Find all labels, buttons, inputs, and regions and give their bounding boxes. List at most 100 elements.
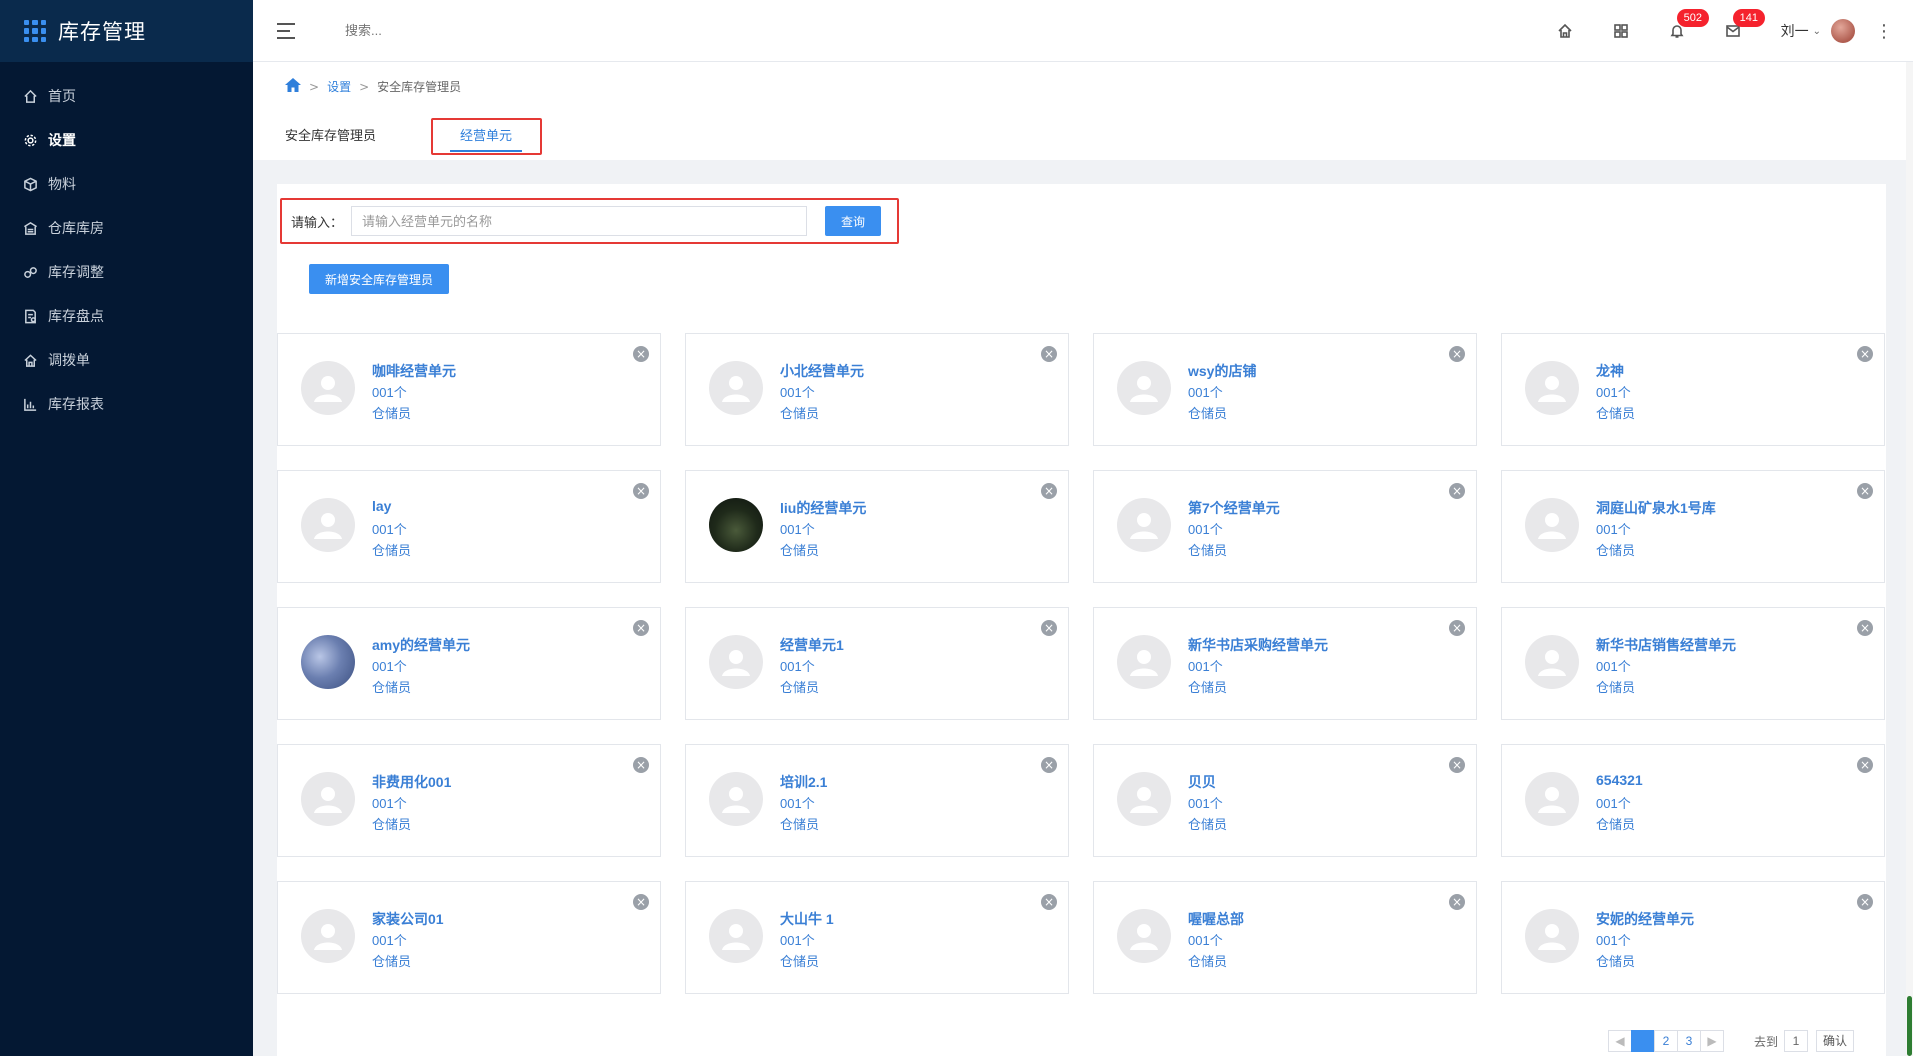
breadcrumb-separator: > [359, 79, 370, 94]
close-icon[interactable]: × [1041, 757, 1057, 773]
page-button-2[interactable]: 2 [1654, 1030, 1678, 1052]
card-name[interactable]: liu的经营单元 [780, 498, 866, 518]
card-name[interactable]: 咖啡经营单元 [372, 361, 456, 381]
card-name[interactable]: 新华书店销售经营单元 [1596, 635, 1736, 655]
scrollbar-thumb[interactable] [1907, 996, 1912, 1056]
business-unit-card[interactable]: wsy的店铺 001个 仓储员 × [1093, 333, 1477, 446]
sidebar-item-settings[interactable]: 设置 [0, 118, 253, 162]
business-unit-card[interactable]: 小北经营单元 001个 仓储员 × [685, 333, 1069, 446]
close-icon[interactable]: × [1449, 620, 1465, 636]
user-placeholder-icon [1130, 650, 1158, 676]
more-vertical-icon[interactable]: ⋮ [1875, 21, 1893, 42]
sidebar-item-warehouse[interactable]: 仓库库房 [0, 206, 253, 250]
close-icon[interactable]: × [1041, 894, 1057, 910]
card-name[interactable]: 龙神 [1596, 361, 1624, 381]
breadcrumb-link-settings[interactable]: 设置 [327, 78, 351, 95]
sidebar-item-materials[interactable]: 物料 [0, 162, 253, 206]
close-icon[interactable]: × [1041, 483, 1057, 499]
query-button[interactable]: 查询 [825, 206, 882, 236]
close-icon[interactable]: × [1857, 894, 1873, 910]
apps-grid-icon[interactable] [24, 20, 46, 42]
business-unit-card[interactable]: 经营单元1 001个 仓储员 × [685, 607, 1069, 720]
messages-button[interactable]: 141 [1705, 0, 1765, 62]
close-icon[interactable]: × [1857, 620, 1873, 636]
card-name[interactable]: 培训2.1 [780, 772, 827, 792]
business-unit-search-input[interactable] [351, 206, 808, 236]
card-name[interactable]: 小北经营单元 [780, 361, 864, 381]
sidebar-item-report[interactable]: 库存报表 [0, 382, 253, 426]
card-count: 001个 [1596, 796, 1631, 811]
business-unit-card[interactable]: 培训2.1 001个 仓储员 × [685, 744, 1069, 857]
business-unit-card[interactable]: 新华书店采购经营单元 001个 仓储员 × [1093, 607, 1477, 720]
goto-confirm-button[interactable]: 确认 [1816, 1030, 1855, 1052]
card-name[interactable]: 非费用化001 [372, 772, 451, 792]
business-unit-card[interactable]: 咖啡经营单元 001个 仓储员 × [277, 333, 661, 446]
notifications-button[interactable]: 502 [1649, 0, 1709, 62]
card-count: 001个 [1188, 796, 1223, 811]
card-name[interactable]: lay [372, 498, 391, 514]
business-unit-card[interactable]: 新华书店销售经营单元 001个 仓储员 × [1501, 607, 1885, 720]
sidebar-item-transfer[interactable]: 调拨单 [0, 338, 253, 382]
card-name[interactable]: 喔喔总部 [1188, 909, 1244, 929]
user-placeholder-icon [314, 513, 342, 539]
card-name[interactable]: 家装公司01 [372, 909, 444, 929]
user-menu[interactable]: 刘一 ⌄ [1781, 19, 1855, 43]
business-unit-card[interactable]: 第7个经营单元 001个 仓储员 × [1093, 470, 1477, 583]
home-button[interactable] [1537, 0, 1593, 62]
card-name[interactable]: 贝贝 [1188, 772, 1216, 792]
business-unit-card[interactable]: 非费用化001 001个 仓储员 × [277, 744, 661, 857]
next-page-button[interactable]: ▶ [1700, 1030, 1724, 1052]
page-button-3[interactable]: 3 [1677, 1030, 1701, 1052]
sidebar-item-stock-count[interactable]: 库存盘点 [0, 294, 253, 338]
close-icon[interactable]: × [633, 757, 649, 773]
add-safety-stock-manager-button[interactable]: 新增安全库存管理员 [309, 264, 449, 294]
apps-button[interactable] [1593, 0, 1649, 62]
business-unit-card[interactable]: amy的经营单元 001个 仓储员 × [277, 607, 661, 720]
card-name[interactable]: 大山牛 1 [780, 909, 834, 929]
business-unit-card[interactable]: 喔喔总部 001个 仓储员 × [1093, 881, 1477, 994]
card-name[interactable]: 安妮的经营单元 [1596, 909, 1694, 929]
tab-business-unit[interactable]: 经营单元 [436, 118, 536, 156]
close-icon[interactable]: × [1449, 757, 1465, 773]
business-unit-card[interactable]: 大山牛 1 001个 仓储员 × [685, 881, 1069, 994]
business-unit-card[interactable]: 安妮的经营单元 001个 仓储员 × [1501, 881, 1885, 994]
card-name[interactable]: 经营单元1 [780, 635, 844, 655]
close-icon[interactable]: × [633, 346, 649, 362]
close-icon[interactable]: × [633, 483, 649, 499]
goto-page-input[interactable]: 1 [1784, 1030, 1809, 1052]
close-icon[interactable]: × [1041, 620, 1057, 636]
warehouse-icon [22, 220, 38, 236]
prev-page-button[interactable]: ◀ [1608, 1030, 1632, 1052]
page-button-1[interactable]: 1 [1631, 1030, 1655, 1052]
menu-toggle-icon[interactable] [277, 22, 295, 39]
close-icon[interactable]: × [1449, 346, 1465, 362]
business-unit-card[interactable]: 家装公司01 001个 仓储员 × [277, 881, 661, 994]
sidebar-item-home[interactable]: 首页 [0, 74, 253, 118]
close-icon[interactable]: × [1449, 894, 1465, 910]
business-unit-card[interactable]: liu的经营单元 001个 仓储员 × [685, 470, 1069, 583]
close-icon[interactable]: × [633, 620, 649, 636]
home-icon[interactable] [285, 78, 301, 95]
card-name[interactable]: 新华书店采购经营单元 [1188, 635, 1328, 655]
business-unit-card[interactable]: 洞庭山矿泉水1号库 001个 仓储员 × [1501, 470, 1885, 583]
close-icon[interactable]: × [1449, 483, 1465, 499]
business-unit-card[interactable]: 贝贝 001个 仓储员 × [1093, 744, 1477, 857]
close-icon[interactable]: × [633, 894, 649, 910]
close-icon[interactable]: × [1041, 346, 1057, 362]
close-icon[interactable]: × [1857, 346, 1873, 362]
card-count: 001个 [1188, 385, 1223, 400]
page-scrollbar[interactable] [1906, 62, 1913, 1056]
card-name[interactable]: 654321 [1596, 772, 1643, 788]
card-name[interactable]: 第7个经营单元 [1188, 498, 1280, 518]
card-name[interactable]: wsy的店铺 [1188, 361, 1256, 381]
tab-safety-stock-manager[interactable]: 安全库存管理员 [285, 118, 376, 156]
business-unit-card[interactable]: lay 001个 仓储员 × [277, 470, 661, 583]
card-name[interactable]: amy的经营单元 [372, 635, 470, 655]
search-input[interactable] [345, 23, 645, 38]
sidebar-item-stock-adjust[interactable]: 库存调整 [0, 250, 253, 294]
business-unit-card[interactable]: 龙神 001个 仓储员 × [1501, 333, 1885, 446]
close-icon[interactable]: × [1857, 757, 1873, 773]
close-icon[interactable]: × [1857, 483, 1873, 499]
card-name[interactable]: 洞庭山矿泉水1号库 [1596, 498, 1716, 518]
business-unit-card[interactable]: 654321 001个 仓储员 × [1501, 744, 1885, 857]
